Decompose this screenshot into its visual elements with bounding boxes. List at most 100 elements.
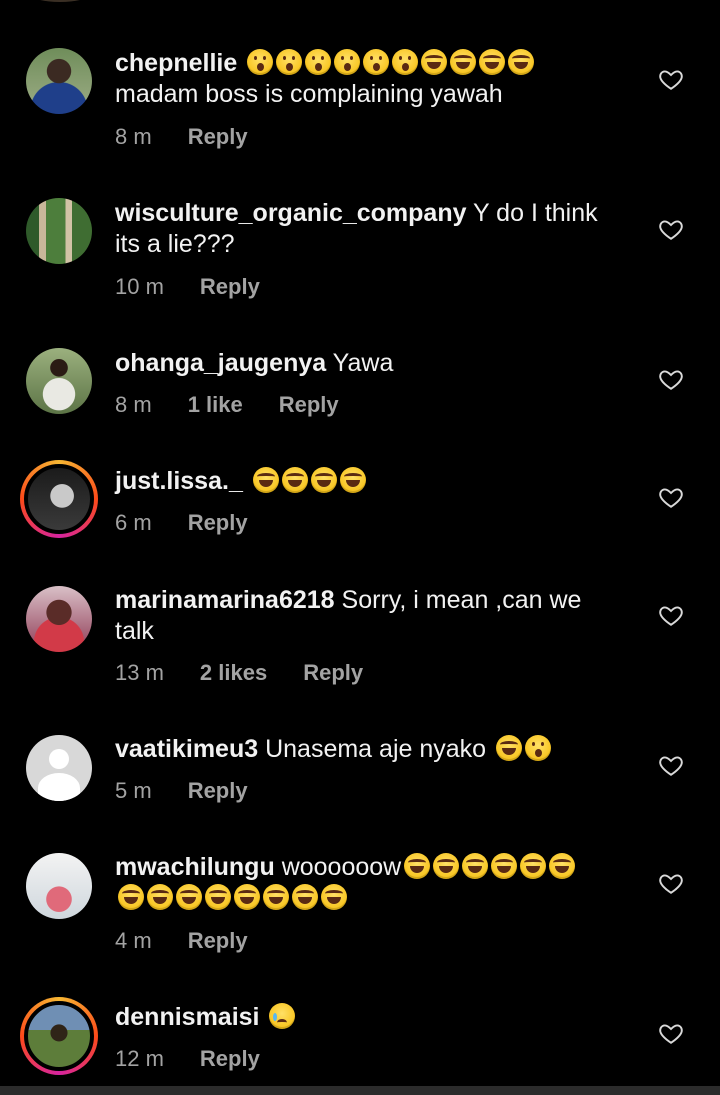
likes-count[interactable]: 2 likes (200, 660, 267, 686)
comment-username[interactable]: vaatikimeu3 (115, 735, 258, 763)
reply-button[interactable]: Reply (200, 274, 260, 300)
comment-text: wisculture_organic_company Y do I think … (115, 198, 615, 260)
laugh-emoji-icon (292, 884, 318, 910)
avatar[interactable] (26, 735, 92, 801)
wow-emoji-icon (305, 49, 332, 75)
laugh-emoji-icon (549, 853, 576, 879)
laugh-emoji-icon (491, 853, 518, 879)
laugh-emoji-icon (234, 884, 260, 910)
heart-outline-icon[interactable] (658, 870, 684, 896)
comment-time: 5 m (115, 778, 152, 803)
wow-emoji-icon (363, 49, 390, 75)
comment-text: chepnellie madam boss is complaining yaw… (115, 48, 615, 110)
reply-button[interactable]: Reply (188, 928, 248, 954)
comment-username[interactable]: ohanga_jaugenya (115, 349, 326, 377)
comment-time: 13 m (115, 660, 164, 685)
comment-text: just.lissa._ (115, 466, 615, 497)
emoji-row-line2 (115, 884, 347, 912)
laugh-emoji-icon (118, 884, 144, 910)
comment-username[interactable]: chepnellie (115, 49, 237, 77)
laugh-emoji-icon (205, 884, 231, 910)
comment-time: 4 m (115, 928, 152, 953)
avatar-image (26, 853, 92, 919)
comment-text: vaatikimeu3 Unasema aje nyako (115, 734, 615, 765)
reply-button[interactable]: Reply (188, 778, 248, 804)
comment-body: Y do I think (473, 199, 598, 227)
avatar[interactable] (26, 48, 92, 114)
avatar-image (24, 1001, 94, 1071)
heart-outline-icon[interactable] (658, 366, 684, 392)
comment-body-line2: its a lie??? (115, 230, 235, 258)
reply-button[interactable]: Reply (303, 660, 363, 686)
laugh-emoji-icon (450, 49, 477, 75)
likes-count[interactable]: 1 like (188, 392, 243, 418)
laugh-emoji-icon (339, 467, 366, 493)
avatar-image (26, 198, 92, 264)
laugh-emoji-icon (321, 884, 347, 910)
heart-outline-icon[interactable] (658, 216, 684, 242)
heart-outline-icon[interactable] (658, 1020, 684, 1046)
comment-username[interactable]: marinamarina6218 (115, 586, 335, 614)
default-avatar-icon (26, 735, 92, 801)
comment-body: woooooow (281, 853, 402, 881)
avatar[interactable] (26, 198, 92, 264)
wow-emoji-icon (334, 49, 361, 75)
heart-outline-icon[interactable] (658, 484, 684, 510)
comment-text: dennismaisi (115, 1002, 615, 1033)
comment-body: Unasema aje nyako (265, 735, 487, 763)
laugh-emoji-icon (252, 467, 279, 493)
avatar[interactable] (26, 586, 92, 652)
comment-username[interactable]: dennismaisi (115, 1003, 260, 1031)
heart-outline-icon[interactable] (658, 66, 684, 92)
comment-body: Sorry, i mean ,can we (341, 586, 582, 614)
avatar-image (24, 464, 94, 534)
laugh-emoji-icon (147, 884, 173, 910)
reply-button[interactable]: Reply (279, 392, 339, 418)
avatar-image (26, 586, 92, 652)
comment-text: mwachilungu woooooow (115, 852, 615, 914)
comment-time: 12 m (115, 1046, 164, 1071)
wow-emoji-icon (276, 49, 303, 75)
laugh-emoji-icon (310, 467, 337, 493)
wow-emoji-icon (392, 49, 419, 75)
avatar-image (26, 348, 92, 414)
avatar[interactable] (26, 348, 92, 414)
reply-button[interactable]: Reply (188, 510, 248, 536)
comment-username[interactable]: just.lissa._ (115, 467, 243, 495)
heart-outline-icon[interactable] (658, 752, 684, 778)
comment-meta: 8 m Reply (115, 124, 248, 150)
comment-username[interactable]: mwachilungu (115, 853, 275, 881)
cry-emoji-icon (269, 1003, 296, 1029)
comment-meta: 6 m Reply (115, 510, 248, 536)
laugh-emoji-icon (520, 853, 547, 879)
comment-meta: 13 m 2 likes Reply (115, 660, 363, 686)
heart-outline-icon[interactable] (658, 602, 684, 628)
wow-emoji-icon (525, 735, 552, 761)
comment-meta: 4 m Reply (115, 928, 248, 954)
laugh-emoji-icon (433, 853, 460, 879)
comment-text: ohanga_jaugenya Yawa (115, 348, 615, 379)
laugh-emoji-icon (508, 49, 535, 75)
laugh-emoji-icon (404, 853, 431, 879)
reply-button[interactable]: Reply (200, 1046, 260, 1072)
comment-meta: 8 m 1 like Reply (115, 392, 339, 418)
avatar-story-ring[interactable] (20, 460, 98, 538)
laugh-emoji-icon (496, 735, 523, 761)
laugh-emoji-icon (462, 853, 489, 879)
emoji-row (493, 735, 552, 763)
avatar[interactable] (26, 853, 92, 919)
avatar-story-ring[interactable] (20, 997, 98, 1075)
comment-body: Yawa (332, 349, 394, 377)
comment-body: madam boss is complaining yawah (115, 80, 503, 108)
reply-button[interactable]: Reply (188, 124, 248, 150)
comment-time: 6 m (115, 510, 152, 535)
laugh-emoji-icon (421, 49, 448, 75)
comment-username[interactable]: wisculture_organic_company (115, 199, 467, 227)
comment-body-line2: talk (115, 617, 154, 645)
previous-avatar-edge (30, 0, 90, 2)
emoji-row (266, 1003, 296, 1031)
laugh-emoji-icon (263, 884, 289, 910)
comment-time: 8 m (115, 124, 152, 149)
comment-time: 10 m (115, 274, 164, 299)
comment-time: 8 m (115, 392, 152, 417)
